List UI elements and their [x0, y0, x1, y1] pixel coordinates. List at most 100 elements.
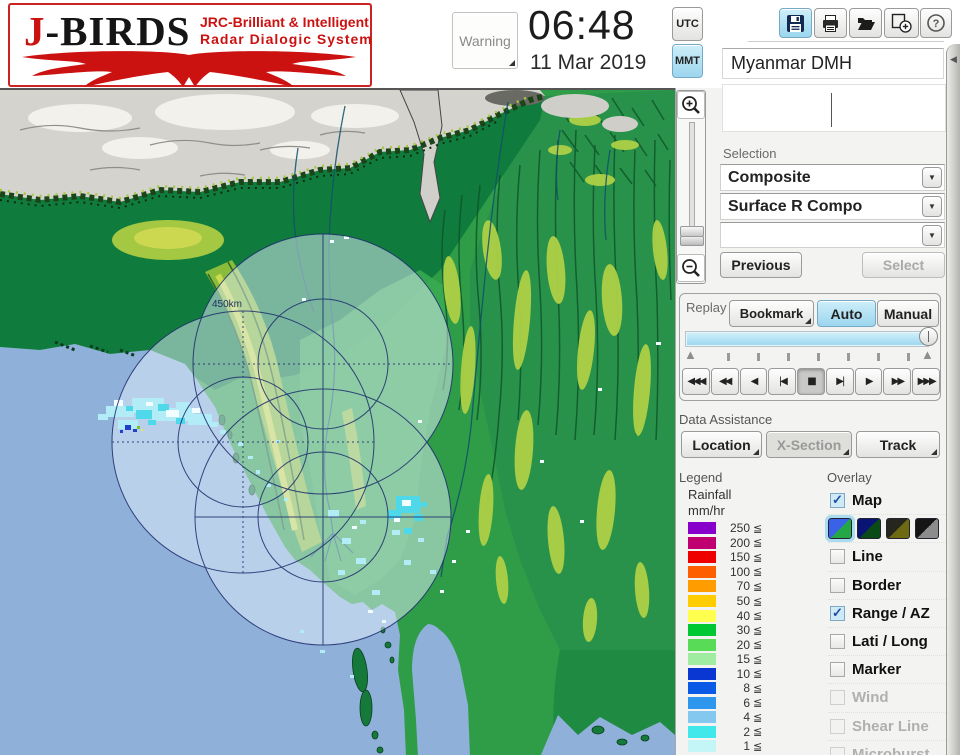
- legend-row: 100 ≦: [688, 565, 818, 580]
- playback-button-0[interactable]: ◀◀◀: [682, 368, 710, 395]
- overlay-checkbox[interactable]: [830, 747, 845, 755]
- product-dropdown-1[interactable]: Composite ▼: [720, 164, 945, 191]
- track-button[interactable]: Track: [856, 431, 940, 458]
- legend-value: 6: [718, 696, 750, 710]
- legend-row: 4 ≦: [688, 710, 818, 725]
- bookmark-label: Bookmark: [740, 306, 804, 321]
- dropdown-corner-icon: [509, 60, 515, 66]
- top-bar: J-BIRDS JRC-Brilliant & Intelligent Rada…: [0, 0, 960, 88]
- jbirds-app: J-BIRDS JRC-Brilliant & Intelligent Rada…: [0, 0, 960, 755]
- map-style-swatch[interactable]: [828, 518, 852, 539]
- previous-button[interactable]: Previous: [720, 252, 802, 278]
- legend-value: 4: [718, 710, 750, 724]
- zoom-in-button[interactable]: [677, 91, 705, 119]
- help-icon: ?: [926, 13, 946, 33]
- floppy-disk-icon: [786, 14, 805, 33]
- overlay-row: Marker: [828, 656, 946, 684]
- overlay-checkbox[interactable]: [830, 578, 845, 593]
- less-equal-icon: ≦: [753, 536, 762, 549]
- legend-row: 20 ≦: [688, 637, 818, 652]
- jbirds-logo: J-BIRDS JRC-Brilliant & Intelligent Rada…: [8, 3, 372, 87]
- overlay-row: ✓ Range / AZ: [828, 600, 946, 628]
- overlay-checkbox[interactable]: [830, 634, 845, 649]
- open-file-button[interactable]: [849, 8, 882, 38]
- overlay-options: ✓ Map Line Border ✓ Range / AZ Lati / Lo…: [828, 487, 946, 755]
- playback-button-6[interactable]: ▶: [855, 368, 883, 395]
- playback-button-1[interactable]: ◀◀: [711, 368, 739, 395]
- overlay-checkbox[interactable]: ✓: [830, 493, 845, 508]
- zoom-out-button[interactable]: [677, 254, 705, 282]
- legend-value: 100: [718, 565, 750, 579]
- replay-slider-track[interactable]: [686, 332, 928, 346]
- bookmark-button[interactable]: Bookmark: [729, 300, 814, 327]
- overlay-checkbox[interactable]: [830, 549, 845, 564]
- zoom-slider-handle-lower[interactable]: [680, 236, 704, 246]
- eagle-logo-icon: [16, 49, 362, 87]
- slider-tick: [787, 353, 790, 361]
- manual-button[interactable]: Manual: [877, 300, 939, 327]
- map-style-swatch[interactable]: [886, 518, 910, 539]
- legend-color-swatch: [688, 740, 716, 752]
- product-dropdown-2[interactable]: Surface R Compo ▼: [720, 193, 945, 220]
- legend-color-swatch: [688, 668, 716, 680]
- legend-row: 15 ≦: [688, 652, 818, 667]
- playback-button-3[interactable]: |◀: [768, 368, 796, 395]
- zoom-slider-track[interactable]: [689, 122, 695, 236]
- playback-button-2[interactable]: ◀: [740, 368, 768, 395]
- select-button[interactable]: Select: [862, 252, 945, 278]
- chevron-down-icon[interactable]: ▼: [922, 167, 942, 188]
- station-name: Myanmar DMH: [722, 48, 944, 79]
- overlay-checkbox[interactable]: [830, 719, 845, 734]
- less-equal-icon: ≦: [753, 565, 762, 578]
- chevron-down-icon[interactable]: ▼: [922, 196, 942, 217]
- legend-value: 150: [718, 550, 750, 564]
- panel-collapse-strip[interactable]: [946, 44, 960, 755]
- warning-button[interactable]: Warning: [452, 12, 518, 69]
- help-button[interactable]: ?: [920, 8, 952, 38]
- map-style-swatch[interactable]: [915, 518, 939, 539]
- logo-title-j: J: [24, 8, 46, 54]
- legend-color-swatch: [688, 580, 716, 592]
- open-folder-icon: [856, 14, 876, 32]
- radar-map[interactable]: 450km: [0, 88, 675, 755]
- range-ring-label: 450km: [212, 299, 242, 310]
- overlay-row: ✓ Map: [828, 487, 946, 515]
- product-dropdown-1-value: Composite: [721, 169, 922, 187]
- less-equal-icon: ≦: [753, 711, 762, 724]
- replay-slider-handle[interactable]: [919, 327, 938, 346]
- playback-button-8[interactable]: ▶▶▶: [912, 368, 940, 395]
- legend-value: 70: [718, 579, 750, 593]
- legend-color-swatch: [688, 595, 716, 607]
- slider-start-marker-icon: ▲: [684, 348, 697, 362]
- add-image-icon: [891, 13, 912, 33]
- chevron-down-icon[interactable]: ▼: [922, 225, 942, 246]
- timezone-utc-button[interactable]: UTC: [672, 7, 703, 41]
- overlay-checkbox[interactable]: [830, 690, 845, 705]
- playback-button-5[interactable]: ▶|: [826, 368, 854, 395]
- legend-color-swatch: [688, 522, 716, 534]
- zoom-in-icon: [681, 95, 701, 115]
- track-label: Track: [880, 437, 917, 453]
- map-style-swatch[interactable]: [857, 518, 881, 539]
- legend-row: 150 ≦: [688, 550, 818, 565]
- legend-title: Legend: [679, 470, 722, 485]
- playback-button-7[interactable]: ▶▶: [883, 368, 911, 395]
- print-button[interactable]: [814, 8, 847, 38]
- overlay-checkbox[interactable]: ✓: [830, 606, 845, 621]
- dropdown-corner-icon: [805, 318, 811, 324]
- x-section-button[interactable]: X-Section: [766, 431, 852, 458]
- location-button[interactable]: Location: [681, 431, 762, 458]
- panel-separator: [748, 41, 944, 42]
- timezone-mmt-button[interactable]: MMT: [672, 44, 703, 78]
- logo-title-birds: -BIRDS: [46, 8, 191, 54]
- legend-value: 30: [718, 623, 750, 637]
- capture-image-button[interactable]: [884, 8, 919, 38]
- replay-label: Replay: [686, 300, 726, 315]
- station-detail-field[interactable]: [722, 84, 946, 132]
- overlay-checkbox[interactable]: [830, 662, 845, 677]
- playback-button-4[interactable]: ■: [797, 368, 825, 395]
- dropdown-corner-icon: [843, 449, 849, 455]
- product-dropdown-3[interactable]: ▼: [720, 222, 945, 248]
- auto-button[interactable]: Auto: [817, 300, 876, 327]
- save-button[interactable]: [779, 8, 812, 38]
